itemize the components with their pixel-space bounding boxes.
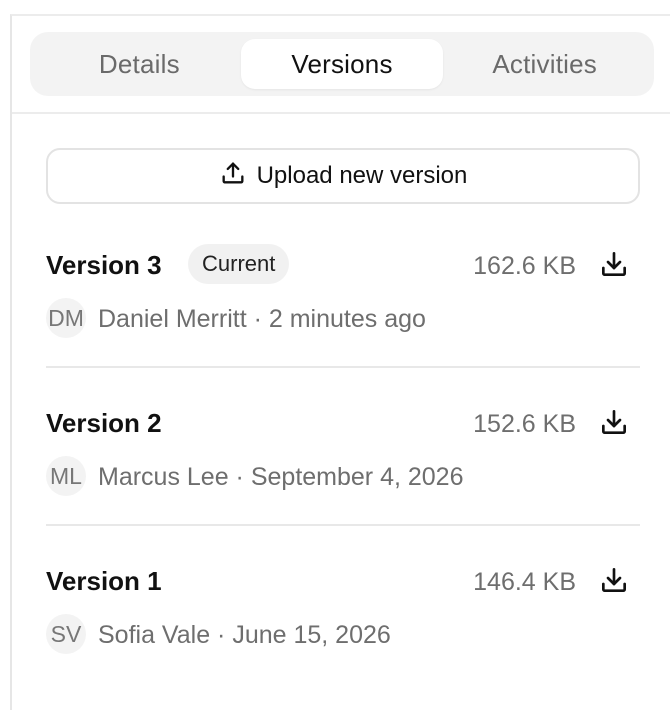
version-meta: Daniel Merritt · 2 minutes ago (98, 305, 426, 333)
version-row: Version 1 146.4 KB SV Sofia Vale · June … (46, 544, 640, 684)
file-size: 152.6 KB (473, 410, 576, 438)
version-meta: Marcus Lee · September 4, 2026 (98, 463, 464, 491)
version-title: Version 2 (46, 408, 162, 438)
download-icon (602, 252, 626, 276)
avatar: ML (46, 456, 86, 496)
file-size: 146.4 KB (473, 568, 576, 596)
download-icon (602, 410, 626, 434)
avatar: DM (46, 298, 86, 338)
header-divider (12, 112, 670, 114)
row-divider (46, 524, 640, 526)
tab-versions[interactable]: Versions (240, 39, 444, 89)
tab-details[interactable]: Details (38, 39, 241, 89)
tab-activities[interactable]: Activities (443, 39, 646, 89)
file-size: 162.6 KB (473, 252, 576, 280)
current-badge: Current (188, 244, 290, 284)
versions-panel: Details Versions Activities Upload new v… (10, 14, 670, 710)
version-title: Version 1 (46, 566, 162, 596)
version-row: Version 3 Current 162.6 KB DM Daniel Mer… (46, 228, 640, 368)
version-meta: Sofia Vale · June 15, 2026 (98, 621, 391, 649)
version-title: Version 3 (46, 250, 162, 280)
upload-new-version-button[interactable]: Upload new version (46, 148, 640, 204)
upload-button-label: Upload new version (256, 162, 468, 189)
avatar: SV (46, 614, 86, 654)
row-divider (46, 366, 640, 368)
download-button[interactable] (598, 564, 630, 596)
version-row: Version 2 152.6 KB ML Marcus Lee · Septe… (46, 386, 640, 526)
download-icon (602, 568, 626, 592)
download-button[interactable] (598, 406, 630, 438)
upload-icon (219, 159, 247, 194)
download-button[interactable] (598, 248, 630, 280)
tab-bar: Details Versions Activities (30, 32, 654, 96)
